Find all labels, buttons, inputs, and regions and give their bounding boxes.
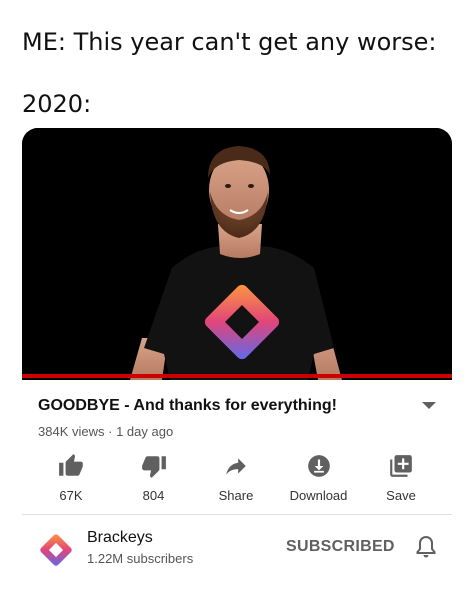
- share-button[interactable]: Share: [203, 452, 269, 503]
- subscribed-button[interactable]: SUBSCRIBED: [286, 538, 395, 556]
- video-meta: 384K views · 1 day ago: [38, 424, 173, 439]
- action-bar: 67K 804 Share Download Save: [38, 452, 434, 503]
- save-label: Save: [386, 488, 416, 503]
- download-icon: [307, 455, 330, 477]
- view-count: 384K views: [38, 424, 105, 439]
- share-icon: [226, 458, 246, 475]
- share-label: Share: [218, 488, 254, 503]
- channel-row: Brackeys 1.22M subscribers SUBSCRIBED: [36, 528, 446, 572]
- thumbs-up-icon: [59, 454, 83, 476]
- meta-separator: ·: [108, 424, 113, 439]
- section-divider: [22, 514, 452, 515]
- bell-icon[interactable]: [414, 534, 438, 560]
- video-progress-bar[interactable]: [22, 374, 452, 378]
- like-count: 67K: [59, 488, 83, 503]
- save-button[interactable]: Save: [368, 452, 434, 503]
- subscriber-count: 1.22M subscribers: [87, 551, 194, 566]
- channel-name[interactable]: Brackeys: [87, 529, 153, 547]
- video-frame-person: [22, 128, 452, 380]
- download-label: Download: [289, 488, 348, 503]
- brackeys-logo-icon[interactable]: [36, 530, 76, 570]
- video-title: GOODBYE - And thanks for everything!: [38, 397, 337, 414]
- meme-caption-line-2: 2020:: [22, 90, 92, 118]
- like-button[interactable]: 67K: [38, 452, 104, 503]
- chevron-down-icon[interactable]: [420, 400, 438, 412]
- download-button[interactable]: Download: [286, 452, 352, 503]
- video-player[interactable]: [22, 128, 452, 380]
- dislike-button[interactable]: 804: [121, 452, 187, 503]
- thumbs-down-icon: [141, 456, 166, 478]
- meme-caption-line-1: ME: This year can't get any worse:: [22, 28, 437, 56]
- upload-age: 1 day ago: [116, 424, 174, 439]
- save-playlist-icon: [390, 455, 412, 477]
- dislike-count: 804: [142, 488, 165, 503]
